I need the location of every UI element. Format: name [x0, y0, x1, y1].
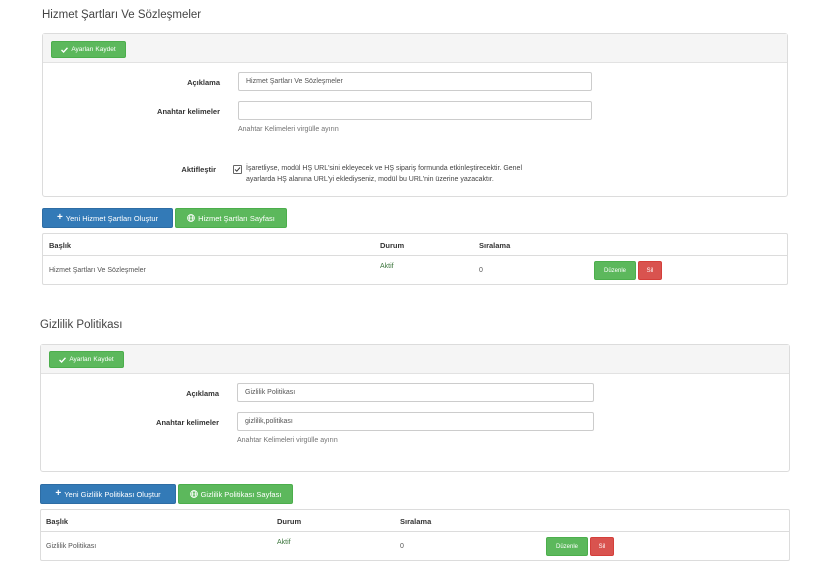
privacy-edit-button[interactable]: Düzenle: [546, 537, 588, 556]
tos-activate-description-line1: İşaretliyse, modül HŞ URL'sini ekleyecek…: [246, 165, 523, 172]
new-privacy-label: Yeni Gizlilik Politikası Oluştur: [64, 489, 161, 499]
tos-activate-description-line2: ayarlarda HŞ alanına URL'yi eklediyseniz…: [246, 176, 494, 183]
tos-activate-checkbox[interactable]: [233, 165, 242, 174]
tos-description-label: Açıklama: [187, 78, 220, 87]
tos-description-input[interactable]: Hizmet Şartları Ve Sözleşmeler: [238, 72, 592, 91]
privacy-panel-header: Ayarları Kaydet: [41, 345, 789, 374]
privacy-row-order: 0: [400, 543, 404, 550]
tos-keywords-input[interactable]: [238, 101, 592, 120]
globe-icon: [189, 490, 198, 498]
tos-row-status: Aktif: [380, 263, 394, 270]
privacy-table-header-divider: [41, 531, 789, 532]
plus-icon: +: [56, 212, 63, 223]
tos-settings-panel: Ayarları Kaydet Açıklama Hizmet Şartları…: [42, 33, 788, 197]
privacy-settings-panel: Ayarları Kaydet Açıklama Gizlilik Politi…: [40, 344, 790, 472]
check-icon: [234, 167, 241, 172]
tos-panel-header: Ayarları Kaydet: [43, 34, 787, 63]
privacy-description-value: Gizlilik Politikası: [245, 389, 296, 396]
tos-row-order: 0: [479, 267, 483, 274]
privacy-col-title: Başlık: [46, 517, 69, 526]
check-icon: [59, 356, 67, 363]
tos-row-title: Hizmet Şartları Ve Sözleşmeler: [49, 267, 146, 274]
tos-delete-button[interactable]: Sil: [638, 261, 662, 280]
privacy-row-status: Aktif: [277, 539, 291, 546]
globe-icon: [187, 214, 195, 222]
tos-activate-label: Aktifleştir: [181, 165, 216, 174]
tos-section-title: Hizmet Şartları Ve Sözleşmeler: [42, 9, 202, 21]
privacy-keywords-help: Anahtar Kelimeleri virgülle ayırın: [237, 437, 338, 444]
tos-keywords-label: Anahtar kelimeler: [157, 107, 220, 116]
tos-save-settings-label: Ayarları Kaydet: [71, 46, 116, 53]
privacy-row-title: Gizlilik Politikası: [46, 543, 97, 550]
privacy-description-label: Açıklama: [186, 389, 219, 398]
new-tos-label: Yeni Hizmet Şartları Oluştur: [65, 213, 159, 223]
privacy-col-status: Durum: [277, 517, 302, 526]
privacy-delete-button[interactable]: Sil: [590, 537, 614, 556]
privacy-col-order: Sıralama: [400, 517, 432, 526]
privacy-keywords-input[interactable]: gizlilik,politikası: [237, 412, 594, 431]
privacy-keywords-label: Anahtar kelimeler: [156, 418, 219, 427]
privacy-keywords-value: gizlilik,politikası: [245, 418, 293, 425]
tos-col-order: Sıralama: [479, 241, 511, 250]
new-privacy-button[interactable]: + Yeni Gizlilik Politikası Oluştur: [40, 484, 176, 504]
privacy-delete-label: Sil: [598, 543, 606, 550]
privacy-page-button[interactable]: Gizlilik Politikası Sayfası: [178, 484, 293, 504]
tos-edit-button[interactable]: Düzenle: [594, 261, 636, 280]
privacy-section-title: Gizlilik Politikası: [40, 319, 123, 331]
tos-table-header-divider: [43, 255, 787, 256]
new-tos-button[interactable]: + Yeni Hizmet Şartları Oluştur: [42, 208, 173, 228]
privacy-page-label: Gizlilik Politikası Sayfası: [200, 489, 282, 499]
privacy-table: Başlık Durum Sıralama Gizlilik Politikas…: [40, 509, 790, 561]
tos-page-label: Hizmet Şartları Sayfası: [198, 213, 275, 223]
tos-description-value: Hizmet Şartları Ve Sözleşmeler: [246, 78, 343, 85]
tos-col-title: Başlık: [49, 241, 72, 250]
privacy-edit-label: Düzenle: [555, 543, 578, 550]
privacy-save-settings-label: Ayarları Kaydet: [69, 356, 114, 363]
check-icon: [61, 46, 69, 53]
plus-icon: +: [55, 488, 62, 499]
tos-keywords-help: Anahtar Kelimeleri virgülle ayırın: [238, 126, 339, 133]
tos-page-button[interactable]: Hizmet Şartları Sayfası: [175, 208, 287, 228]
tos-save-settings-button[interactable]: Ayarları Kaydet: [51, 41, 126, 58]
tos-col-status: Durum: [380, 241, 405, 250]
privacy-description-input[interactable]: Gizlilik Politikası: [237, 383, 594, 402]
tos-edit-label: Düzenle: [603, 267, 626, 274]
tos-table: Başlık Durum Sıralama Hizmet Şartları Ve…: [42, 233, 788, 285]
privacy-save-settings-button[interactable]: Ayarları Kaydet: [49, 351, 124, 368]
tos-delete-label: Sil: [646, 267, 654, 274]
